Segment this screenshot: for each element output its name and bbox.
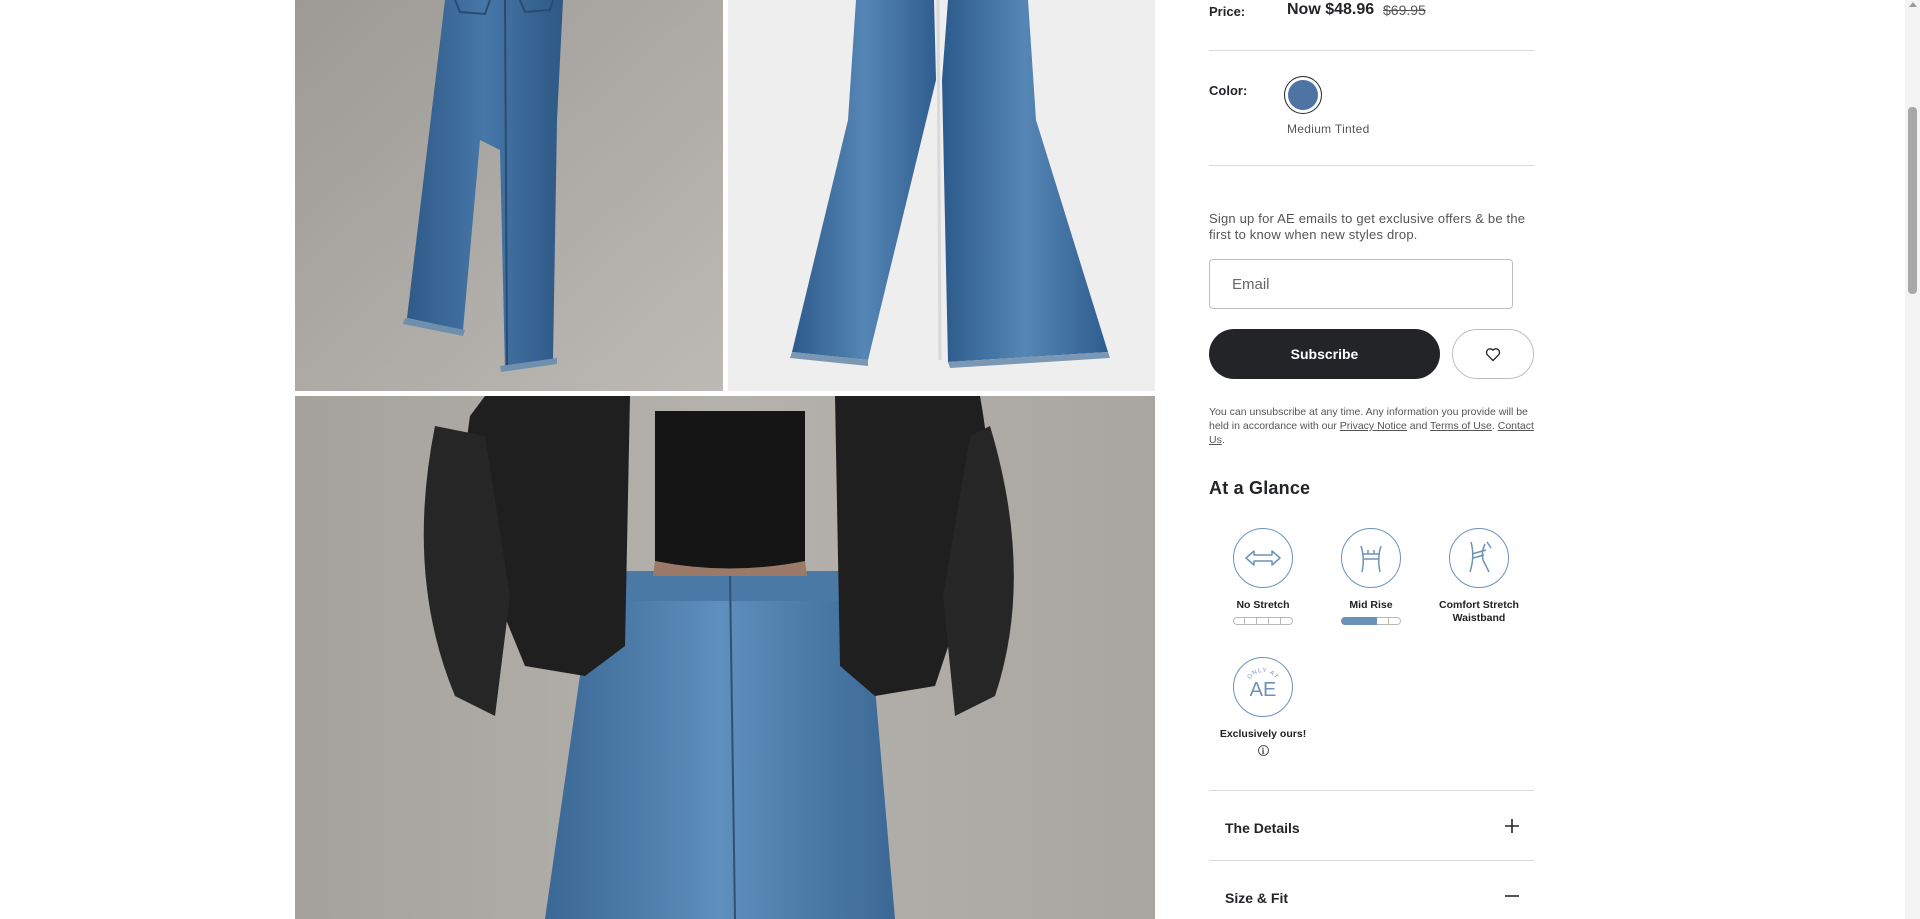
svg-text:AE: AE <box>1250 679 1277 701</box>
meter-segment <box>1365 617 1377 625</box>
divider <box>1209 860 1534 861</box>
divider <box>1209 790 1534 791</box>
scroll-up-arrow-icon[interactable] <box>1909 2 1917 7</box>
info-icon[interactable]: i <box>1257 745 1269 756</box>
rise-level-meter <box>1317 617 1425 625</box>
product-photo-model-front[interactable] <box>295 396 1155 919</box>
meter-segment <box>1245 617 1257 625</box>
product-photo-back-view[interactable] <box>295 0 723 391</box>
product-photo-flat-lay[interactable] <box>728 0 1155 391</box>
legal-end: . <box>1221 434 1225 446</box>
heart-icon <box>1485 347 1501 361</box>
feature-label: Exclusively ours! <box>1219 728 1307 740</box>
waistband-icon <box>1449 528 1509 588</box>
price-row: Price: Now $48.96 $69.95 <box>1209 0 1534 22</box>
add-to-favorites-button[interactable] <box>1452 329 1534 379</box>
email-signup-text: Sign up for AE emails to get exclusive o… <box>1209 211 1526 242</box>
stretch-level-meter <box>1209 617 1317 625</box>
meter-segment <box>1389 617 1401 625</box>
meter-segment <box>1341 617 1353 625</box>
feature-label: No Stretch <box>1236 599 1290 611</box>
feature-mid-rise: Mid Rise <box>1317 528 1425 625</box>
meter-segment <box>1281 617 1293 625</box>
email-input[interactable] <box>1209 259 1513 309</box>
accordion-size-and-fit[interactable]: Size & Fit <box>1209 873 1534 919</box>
feature-exclusively-ours: ONLY AT AE Exclusively ours! i <box>1209 657 1317 759</box>
divider <box>1209 165 1534 166</box>
accordion-the-details[interactable]: The Details <box>1209 803 1534 853</box>
plus-icon <box>1505 819 1519 833</box>
scrollbar-thumb[interactable] <box>1908 107 1917 294</box>
feature-label: Comfort Stretch Waistband <box>1439 599 1519 624</box>
minus-icon <box>1505 895 1519 897</box>
meter-segment <box>1377 617 1389 625</box>
accordion-title: The Details <box>1225 820 1300 836</box>
original-price: $69.95 <box>1383 2 1426 18</box>
price-label: Price: <box>1209 4 1246 19</box>
selected-color-name: Medium Tinted <box>1287 122 1370 136</box>
stretch-arrows-icon <box>1233 528 1293 588</box>
color-label: Color: <box>1209 83 1248 98</box>
terms-of-use-link[interactable]: Terms of Use <box>1430 420 1492 432</box>
at-a-glance-heading: At a Glance <box>1209 478 1311 498</box>
feature-no-stretch: No Stretch <box>1209 528 1317 625</box>
color-swatch-fill <box>1288 80 1318 110</box>
color-swatch-selected[interactable] <box>1284 76 1322 114</box>
meter-segment <box>1269 617 1281 625</box>
sale-price: Now $48.96 <box>1287 1 1375 18</box>
only-at-ae-icon: ONLY AT AE <box>1233 657 1293 717</box>
meter-segment <box>1233 617 1245 625</box>
accordion-title: Size & Fit <box>1225 890 1289 906</box>
subscribe-button[interactable]: Subscribe <box>1209 329 1440 379</box>
page-scrollbar[interactable] <box>1905 0 1920 919</box>
signup-legal-text: You can unsubscribe at any time. Any inf… <box>1209 405 1534 447</box>
privacy-notice-link[interactable]: Privacy Notice <box>1340 420 1407 432</box>
feature-label: Mid Rise <box>1349 599 1393 611</box>
meter-segment <box>1257 617 1269 625</box>
rise-waist-icon <box>1341 528 1401 588</box>
meter-segment <box>1353 617 1365 625</box>
divider <box>1209 50 1534 51</box>
feature-comfort-waistband: Comfort Stretch Waistband <box>1425 528 1533 625</box>
legal-and: and <box>1406 420 1431 432</box>
